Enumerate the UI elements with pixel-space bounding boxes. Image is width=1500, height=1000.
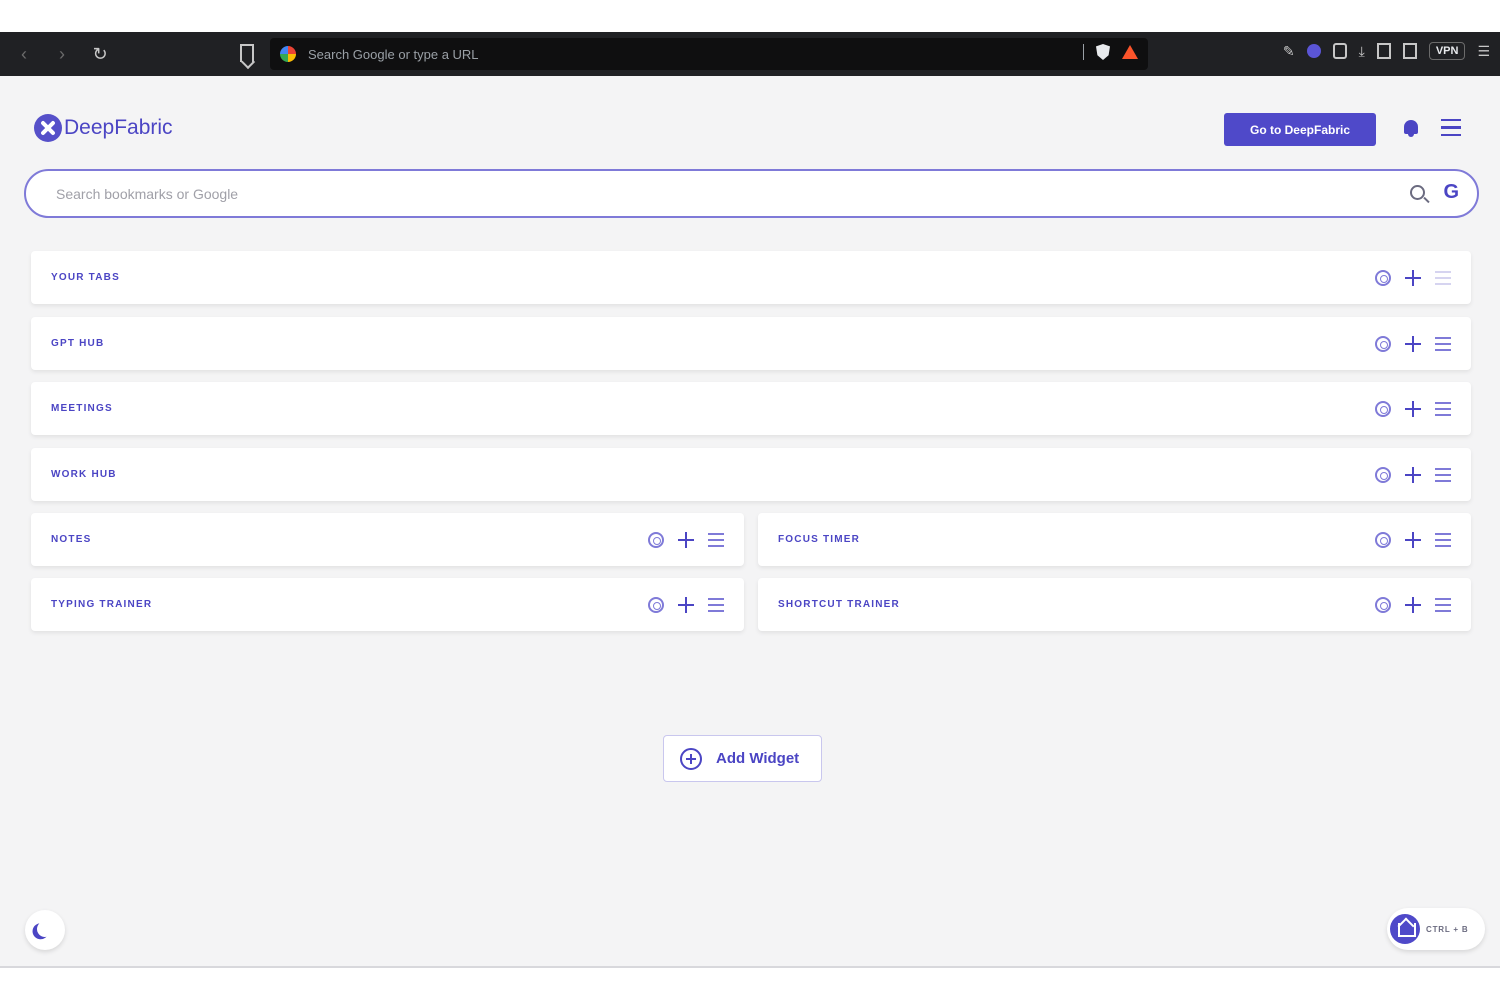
widget-gpt-hub[interactable]: GPT HUB: [31, 317, 1471, 370]
widget-notes[interactable]: NOTES: [31, 513, 744, 566]
list-icon[interactable]: [1435, 468, 1451, 482]
move-icon[interactable]: [1405, 335, 1421, 352]
google-engine-icon[interactable]: G: [1443, 181, 1459, 204]
widget-shortcut-trainer[interactable]: SHORTCUT TRAINER: [758, 578, 1471, 631]
forward-icon[interactable]: ›: [52, 44, 72, 65]
deepfabric-extension-icon[interactable]: [1306, 44, 1321, 58]
address-bar[interactable]: Search Google or type a URL: [270, 38, 1148, 70]
widget-your-tabs[interactable]: YOUR TABS: [31, 251, 1471, 304]
widget-work-hub[interactable]: WORK HUB: [31, 448, 1471, 501]
list-icon[interactable]: [1435, 271, 1451, 285]
back-icon[interactable]: ‹: [14, 44, 34, 65]
move-icon[interactable]: [1405, 596, 1421, 613]
widget-tools: [1375, 531, 1451, 548]
extensions-area: ✎ ⤓ VPN ☰: [1283, 42, 1490, 60]
home-icon: [1390, 914, 1420, 944]
shortcut-keys: CTRL + B: [1426, 924, 1469, 934]
browser-toolbar: ‹ › ↻ Search Google or type a URL ✎ ⤓ VP…: [0, 32, 1500, 76]
move-icon[interactable]: [1405, 531, 1421, 548]
widget-focus-timer[interactable]: FOCUS TIMER: [758, 513, 1471, 566]
move-icon[interactable]: [1405, 400, 1421, 417]
settings-icon[interactable]: [648, 596, 664, 613]
address-bar-placeholder: Search Google or type a URL: [308, 46, 479, 62]
brave-rewards-icon[interactable]: [1122, 45, 1138, 59]
widget-tools: [648, 531, 724, 548]
theme-toggle-button[interactable]: [25, 910, 65, 950]
settings-icon[interactable]: [1375, 466, 1391, 483]
menu-icon[interactable]: [1441, 119, 1461, 136]
search-input[interactable]: [56, 185, 1356, 202]
move-icon[interactable]: [1405, 466, 1421, 483]
widget-tools: [1375, 335, 1451, 352]
list-icon[interactable]: [1435, 598, 1451, 612]
moon-icon: [36, 920, 55, 939]
widget-tools: [1375, 400, 1451, 417]
list-icon[interactable]: [708, 598, 724, 612]
widget-title: FOCUS TIMER: [778, 534, 861, 545]
home-shortcut-button[interactable]: CTRL + B: [1387, 908, 1485, 950]
list-icon[interactable]: [1435, 337, 1451, 351]
widget-title: TYPING TRAINER: [51, 599, 153, 610]
widget-tools: [1375, 466, 1451, 483]
new-tab-page: DeepFabric Go to DeepFabric G YOUR TABS …: [0, 76, 1500, 966]
widget-typing-trainer[interactable]: TYPING TRAINER: [31, 578, 744, 631]
list-icon[interactable]: [708, 533, 724, 547]
brand-name: DeepFabric: [64, 116, 173, 139]
settings-icon[interactable]: [648, 531, 664, 548]
brave-shield-icon[interactable]: [1096, 44, 1110, 60]
add-widget-label: Add Widget: [716, 750, 800, 767]
widget-title: WORK HUB: [51, 469, 117, 480]
divider: [0, 966, 1500, 968]
search-icon[interactable]: [1410, 185, 1425, 200]
settings-icon[interactable]: [1375, 531, 1391, 548]
add-widget-button[interactable]: Add Widget: [663, 735, 822, 782]
bookmark-icon[interactable]: [240, 44, 254, 62]
widget-title: GPT HUB: [51, 338, 105, 349]
vpn-button[interactable]: VPN: [1428, 42, 1466, 60]
deepfabric-logo-icon: [34, 114, 62, 142]
list-icon[interactable]: [1435, 402, 1451, 416]
reload-icon[interactable]: ↻: [90, 44, 110, 65]
plus-circle-icon: [680, 747, 702, 770]
widget-meetings[interactable]: MEETINGS: [31, 382, 1471, 435]
divider: [1083, 44, 1084, 60]
widget-title: MEETINGS: [51, 403, 113, 414]
download-icon[interactable]: ⤓: [1359, 43, 1365, 60]
browser-menu-icon[interactable]: ☰: [1477, 43, 1490, 60]
widget-title: NOTES: [51, 534, 92, 545]
search-bar: G: [24, 169, 1479, 218]
widget-tools: [1375, 596, 1451, 613]
widget-tools: [1375, 269, 1451, 286]
settings-icon[interactable]: [1375, 269, 1391, 286]
settings-icon[interactable]: [1375, 596, 1391, 613]
widget-title: YOUR TABS: [51, 272, 120, 283]
extensions-icon[interactable]: [1332, 43, 1347, 59]
go-to-deepfabric-button[interactable]: Go to DeepFabric: [1224, 113, 1376, 146]
wallet-icon[interactable]: [1402, 43, 1417, 59]
widget-title: SHORTCUT TRAINER: [778, 599, 900, 610]
settings-icon[interactable]: [1375, 335, 1391, 352]
google-icon: [280, 46, 296, 62]
address-bar-actions: [1083, 44, 1138, 60]
brand-logo[interactable]: DeepFabric: [34, 114, 173, 142]
bell-icon[interactable]: [1404, 120, 1418, 137]
move-icon[interactable]: [678, 531, 694, 548]
settings-icon[interactable]: [1375, 400, 1391, 417]
pen-icon[interactable]: ✎: [1283, 43, 1295, 60]
sidebar-icon[interactable]: [1376, 43, 1391, 59]
move-icon[interactable]: [1405, 269, 1421, 286]
list-icon[interactable]: [1435, 533, 1451, 547]
move-icon[interactable]: [678, 596, 694, 613]
widget-tools: [648, 596, 724, 613]
browser-nav: ‹ › ↻: [0, 44, 110, 65]
